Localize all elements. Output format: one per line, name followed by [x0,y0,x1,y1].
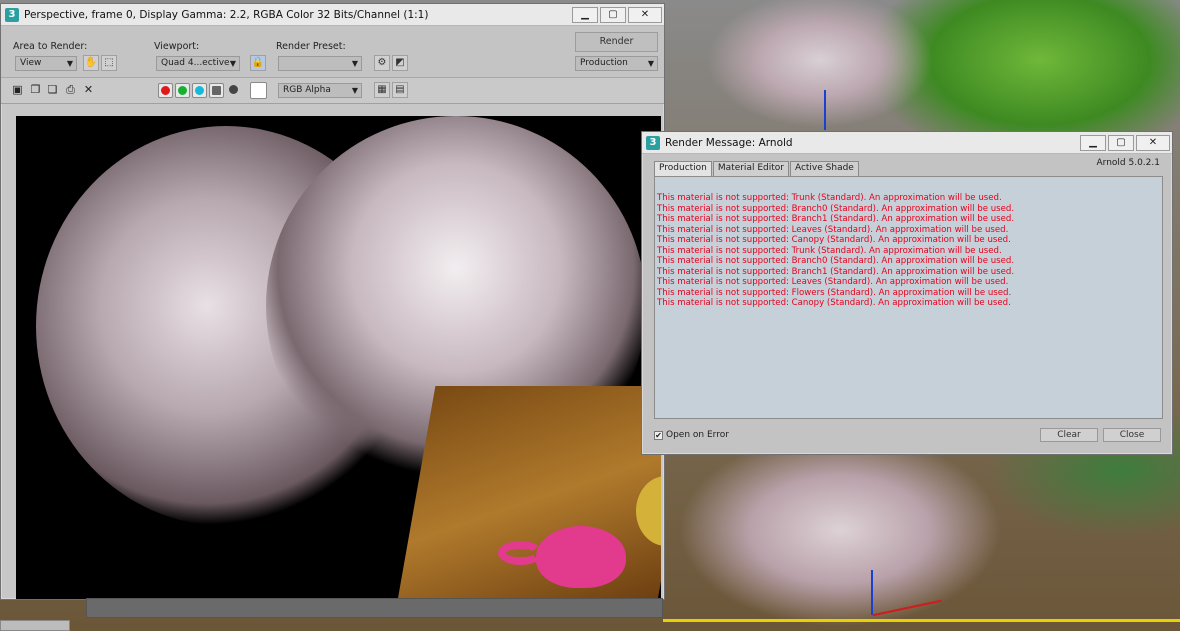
maximize-button[interactable]: ▢ [1108,134,1134,151]
swatch-color-box[interactable] [250,82,267,99]
lock-icon[interactable]: 🔒 [250,55,266,71]
channel-display-dropdown[interactable]: RGB Alpha ▼ [278,83,362,98]
monochrome-toggle[interactable] [227,83,242,98]
chevron-down-icon: ▼ [229,59,236,68]
message-window-titlebar[interactable]: 3 Render Message: Arnold ▁ ▢ ✕ [642,132,1172,154]
toggle-ui-icon[interactable]: ▤ [392,82,408,98]
viewport-active-border [663,619,1180,622]
timeline-strip[interactable] [86,598,663,618]
print-icon[interactable]: ⎙ [64,83,77,96]
open-on-error-label: Open on Error [666,430,729,440]
area-to-render-label: Area to Render: [13,41,88,52]
chevron-down-icon: ▼ [66,59,73,68]
save-image-icon[interactable]: ▣ [11,83,24,96]
close-button[interactable]: ✕ [1136,134,1170,151]
render-window-titlebar[interactable]: 3 Perspective, frame 0, Display Gamma: 2… [1,4,664,26]
message-line: This material is not supported: Leaves (… [657,277,1009,287]
arnold-version-label: Arnold 5.0.2.1 [1096,158,1160,168]
clear-x-icon[interactable]: ✕ [82,83,95,96]
clear-button[interactable]: Clear [1040,428,1098,442]
message-line: This material is not supported: Trunk (S… [657,193,1002,203]
message-log[interactable]: This material is not supported: Trunk (S… [654,176,1163,419]
gizmo-z-axis-lower [871,570,873,615]
viewport-dropdown[interactable]: Quad 4...ective ▼ [156,56,240,71]
frame-toolbar: ▣ ❐ ❏ ⎙ ✕ RGB Alpha ▼ ▦ ▤ [1,78,664,104]
production-dropdown[interactable]: Production ▼ [575,56,658,71]
message-line: This material is not supported: Branch0 … [657,203,1015,214]
message-window-title: Render Message: Arnold [665,136,793,149]
pan-hand-icon[interactable]: ✋ [83,55,99,71]
open-on-error-row[interactable]: ✔ Open on Error [654,430,729,440]
area-to-render-dropdown[interactable]: View ▼ [15,56,77,71]
gizmo-z-axis [824,90,826,130]
pink-teapot-render [536,526,626,588]
render-button[interactable]: Render [575,32,658,52]
message-line: This material is not supported: Canopy (… [657,298,1011,308]
render-setup-icon[interactable]: ⚙ [374,55,390,71]
open-on-error-checkbox[interactable]: ✔ [654,430,663,440]
chevron-down-icon: ▼ [647,59,654,68]
clone-frame-icon[interactable]: ❏ [46,83,59,96]
toggle-ui-overlay-icon[interactable]: ▦ [374,82,390,98]
viewport-label: Viewport: [154,41,200,52]
message-line: This material is not supported: Flowers … [657,287,1012,298]
minimize-button[interactable]: ▁ [572,6,598,23]
green-channel-toggle[interactable] [175,83,190,98]
copy-image-icon[interactable]: ❐ [29,83,42,96]
close-dialog-button[interactable]: Close [1103,428,1161,442]
rendered-image-canvas[interactable] [16,116,661,599]
green-dot-icon [178,86,187,95]
message-line: This material is not supported: Branch0 … [657,256,1015,266]
red-channel-toggle[interactable] [158,83,173,98]
chevron-down-icon: ▼ [351,59,358,68]
message-line: This material is not supported: Trunk (S… [657,245,1002,256]
tab-active-shade[interactable]: Active Shade [789,161,859,176]
gizmo-x-axis-lower [872,599,942,617]
tab-production[interactable]: Production [654,161,712,176]
close-button[interactable]: ✕ [628,6,662,23]
status-field [0,620,70,631]
render-parameters-bar: Area to Render: View ▼ ✋ ⬚ Viewport: Quad… [1,26,664,78]
maximize-button[interactable]: ▢ [600,6,626,23]
message-line: This material is not supported: Canopy (… [657,235,1011,245]
mono-dot-icon [229,85,238,94]
blue-dot-icon [195,86,204,95]
message-line: This material is not supported: Branch1 … [657,266,1015,277]
render-message-window[interactable]: 3 Render Message: Arnold ▁ ▢ ✕ Arnold 5.… [641,131,1173,455]
message-tabs: Production Material Editor Active Shade [654,161,860,176]
message-line: This material is not supported: Leaves (… [657,224,1009,235]
auto-region-icon[interactable]: ⬚ [101,55,117,71]
render-preset-label: Render Preset: [276,41,346,52]
tab-material-editor[interactable]: Material Editor [712,161,789,176]
message-line: This material is not supported: Branch1 … [657,214,1015,224]
render-window-title: Perspective, frame 0, Display Gamma: 2.2… [24,8,429,21]
environment-effects-icon[interactable]: ◩ [392,55,408,71]
app-3dsmax-icon: 3 [646,135,660,150]
alpha-square-icon [212,86,221,95]
blue-channel-toggle[interactable] [192,83,207,98]
app-3dsmax-icon: 3 [5,7,19,22]
red-dot-icon [161,86,170,95]
render-preset-dropdown[interactable]: ▼ [278,56,362,71]
minimize-button[interactable]: ▁ [1080,134,1106,151]
render-frame-window[interactable]: 3 Perspective, frame 0, Display Gamma: 2… [0,3,665,600]
chevron-down-icon: ▼ [351,86,358,95]
alpha-channel-toggle[interactable] [209,83,224,98]
